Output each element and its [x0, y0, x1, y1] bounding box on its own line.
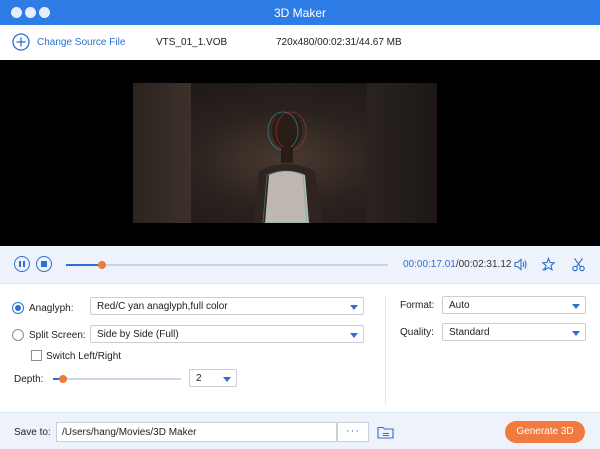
effects-icon[interactable] [541, 257, 556, 272]
window-title: 3D Maker [273, 6, 326, 20]
stop-button[interactable] [36, 256, 52, 272]
chevron-down-icon [223, 377, 231, 382]
switch-left-right-checkbox[interactable] [31, 350, 42, 361]
change-source-file-button[interactable]: Change Source File [37, 37, 125, 48]
chevron-down-icon [572, 304, 580, 309]
browse-path-button[interactable]: ··· [337, 422, 369, 442]
format-select-value: Auto [449, 300, 470, 311]
anaglyph-label: Anaglyph: [29, 303, 74, 314]
generate-3d-button[interactable]: Generate 3D [505, 421, 585, 443]
scissors-icon[interactable] [571, 257, 586, 272]
format-select[interactable]: Auto [442, 296, 586, 314]
chevron-down-icon [350, 305, 358, 310]
video-frame-image [253, 111, 323, 223]
quality-select-value: Standard [449, 327, 490, 338]
quality-label: Quality: [400, 327, 434, 338]
depth-select[interactable]: 2 [189, 369, 237, 387]
title-bar: 3D Maker [0, 0, 600, 25]
anaglyph-select[interactable]: Red/C yan anaglyph,full color [90, 297, 364, 315]
playback-controls: 00:00:17.01/00:02:31.12 [0, 246, 600, 284]
anaglyph-radio[interactable] [12, 302, 24, 314]
split-screen-label: Split Screen: [29, 330, 86, 341]
total-time: 00:02:31.12 [458, 259, 512, 270]
save-to-label: Save to: [14, 427, 51, 438]
output-bar: Save to: ··· Generate 3D [0, 412, 600, 449]
format-label: Format: [400, 300, 435, 311]
chevron-down-icon [350, 333, 358, 338]
volume-icon[interactable] [513, 257, 528, 272]
add-circle-icon[interactable] [12, 33, 30, 51]
source-file-info: 720x480/00:02:31/44.67 MB [276, 37, 402, 48]
settings-panel: Anaglyph: Red/C yan anaglyph,full color … [0, 285, 600, 412]
split-screen-select-value: Side by Side (Full) [97, 329, 179, 340]
playback-progress-fill [66, 264, 103, 266]
video-frame [133, 83, 437, 223]
switch-left-right-label: Switch Left/Right [46, 351, 122, 362]
playback-progress-track[interactable] [66, 261, 388, 269]
depth-select-value: 2 [196, 373, 202, 384]
split-screen-radio[interactable] [12, 329, 24, 341]
chevron-down-icon [572, 331, 580, 336]
settings-divider [385, 295, 386, 405]
quality-select[interactable]: Standard [442, 323, 586, 341]
depth-slider-handle[interactable] [59, 375, 68, 383]
source-file-name: VTS_01_1.VOB [156, 37, 228, 48]
save-path-input[interactable] [56, 422, 337, 442]
pause-button[interactable] [14, 256, 30, 272]
depth-label: Depth: [14, 374, 44, 385]
folder-icon[interactable] [377, 425, 394, 439]
current-time: 00:00:17.01 [403, 259, 456, 270]
playback-progress-handle[interactable] [98, 261, 107, 269]
source-bar: Change Source File VTS_01_1.VOB 720x480/… [0, 25, 600, 60]
depth-slider[interactable] [53, 375, 181, 383]
split-screen-select[interactable]: Side by Side (Full) [90, 325, 364, 343]
anaglyph-select-value: Red/C yan anaglyph,full color [97, 301, 228, 312]
time-readout: 00:00:17.01/00:02:31.12 [403, 259, 511, 270]
